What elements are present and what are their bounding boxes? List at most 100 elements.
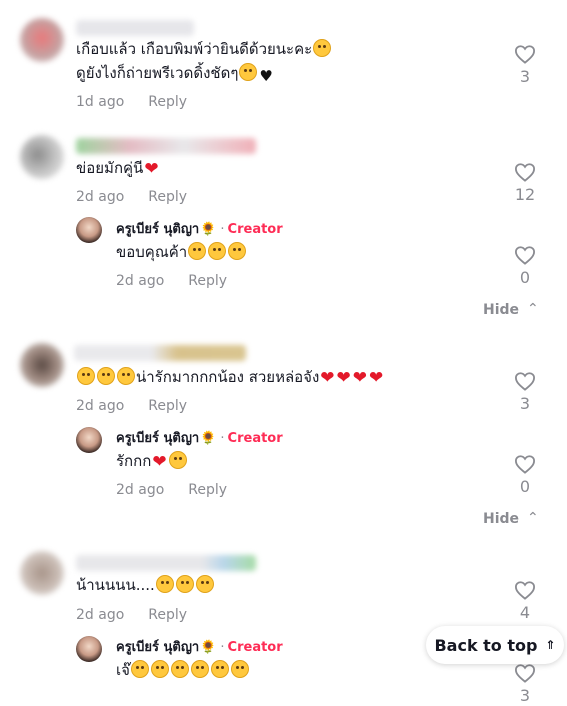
grin-emoji-icon bbox=[313, 39, 332, 57]
hide-replies-button[interactable]: Hide ⌃ bbox=[483, 510, 539, 527]
comment-meta: 2d ago Reply bbox=[76, 397, 187, 415]
like-button[interactable]: 12 bbox=[505, 162, 545, 205]
smiling-hearts-emoji-icon bbox=[77, 367, 95, 385]
comment-text: เกือบแล้ว เกือบพิมพ์ว่ายินดีด้วยนะคะ bbox=[76, 38, 332, 60]
comment-text: น่ารักมากกกน้อง สวยหล่อจัง❤ ❤ ❤ ❤ bbox=[76, 366, 384, 388]
avatar[interactable] bbox=[20, 551, 64, 595]
red-heart-emoji-icon: ❤ bbox=[144, 159, 159, 179]
back-to-top-button[interactable]: Back to top ⇑ bbox=[426, 626, 564, 664]
creator-name-row: ครูเบียร์ นุติญา🌻 · Creator bbox=[116, 222, 283, 237]
like-button[interactable]: 0 bbox=[505, 454, 545, 497]
like-button[interactable]: 4 bbox=[505, 580, 545, 623]
flower-emoji-icon: 🌻 bbox=[200, 431, 217, 446]
comment-item: เกือบแล้ว เกือบพิมพ์ว่ายินดีด้วยนะคะ ดูย… bbox=[0, 0, 567, 125]
reply-time: 2d ago bbox=[116, 482, 165, 498]
heart-outline-icon bbox=[514, 455, 536, 474]
like-count: 3 bbox=[519, 686, 531, 705]
heart-outline-icon bbox=[514, 163, 536, 182]
creator-name[interactable]: ครูเบียร์ นุติญา bbox=[116, 431, 199, 446]
heart-outline-icon bbox=[514, 372, 536, 391]
like-count: 3 bbox=[519, 67, 531, 86]
comment-meta: 2d ago Reply bbox=[76, 606, 187, 624]
reply-button[interactable]: Reply bbox=[148, 189, 187, 205]
comment-text: ดูยังไงก็ถ่ายพรีเวดดิ้งชัดๆ ♥ bbox=[76, 63, 273, 85]
heart-eyes-emoji-icon bbox=[195, 575, 214, 593]
red-heart-emoji-icon: ❤ bbox=[369, 368, 384, 388]
smiling-hearts-emoji-icon bbox=[239, 63, 258, 81]
reply-button[interactable]: Reply bbox=[148, 94, 187, 110]
flower-emoji-icon: 🌻 bbox=[200, 222, 217, 237]
creator-avatar[interactable] bbox=[76, 217, 102, 243]
laughing-tears-emoji-icon bbox=[210, 660, 229, 678]
red-heart-emoji-icon: ❤ bbox=[352, 368, 368, 388]
comment-text: น้านนนน.... bbox=[76, 574, 215, 596]
heart-outline-icon bbox=[514, 664, 536, 683]
smiling-hearts-emoji-icon bbox=[97, 367, 115, 385]
avatar[interactable] bbox=[20, 343, 64, 387]
creator-badge: Creator bbox=[227, 640, 283, 655]
hide-replies-button[interactable]: Hide ⌃ bbox=[483, 301, 539, 318]
creator-avatar[interactable] bbox=[76, 636, 102, 662]
reply-meta: 2d ago Reply bbox=[116, 272, 227, 290]
like-button[interactable]: 3 bbox=[505, 371, 545, 414]
username-blurred[interactable] bbox=[74, 345, 246, 361]
comment-time: 2d ago bbox=[76, 607, 125, 623]
smiling-hearts-emoji-icon bbox=[117, 367, 135, 385]
reply-time: 2d ago bbox=[116, 273, 165, 289]
laughing-tears-emoji-icon bbox=[150, 660, 169, 678]
flower-emoji-icon: 🌻 bbox=[200, 640, 217, 655]
heart-outline-icon bbox=[514, 581, 536, 600]
smiling-hearts-emoji-icon bbox=[188, 242, 207, 260]
username-blurred[interactable] bbox=[76, 20, 194, 36]
comment-time: 2d ago bbox=[76, 189, 125, 205]
back-to-top-label: Back to top bbox=[434, 635, 538, 655]
smiling-hearts-emoji-icon bbox=[208, 242, 227, 260]
reply-button[interactable]: Reply bbox=[188, 273, 227, 289]
avatar[interactable] bbox=[20, 18, 64, 62]
like-count: 0 bbox=[519, 477, 531, 496]
red-heart-emoji-icon: ❤ bbox=[336, 368, 351, 388]
reply-text: รักกก❤ bbox=[116, 450, 188, 472]
username-blurred[interactable] bbox=[76, 138, 256, 154]
double-chevron-up-icon: ⇑ bbox=[545, 638, 556, 652]
comment-meta: 2d ago Reply bbox=[76, 188, 187, 206]
like-button[interactable]: 0 bbox=[505, 245, 545, 288]
avatar[interactable] bbox=[20, 135, 64, 179]
laughing-tears-emoji-icon bbox=[170, 660, 189, 678]
comment-item: ข่อยมักคู่นี❤ 2d ago Reply 12 ครูเบียร์ น… bbox=[0, 125, 567, 335]
sweat-smile-emoji-icon bbox=[175, 575, 194, 593]
creator-avatar[interactable] bbox=[76, 427, 102, 453]
creator-badge: Creator bbox=[227, 222, 283, 237]
creator-name-row: ครูเบียร์ นุติญา🌻 · Creator bbox=[116, 431, 283, 446]
reply-text: ขอบคุณค้า bbox=[116, 241, 247, 263]
smiling-hearts-emoji-icon bbox=[168, 451, 187, 469]
chevron-up-icon: ⌃ bbox=[527, 301, 539, 317]
comment-item: น่ารักมากกกน้อง สวยหล่อจัง❤ ❤ ❤ ❤ 2d ago Rep… bbox=[0, 335, 567, 545]
creator-badge: Creator bbox=[227, 431, 283, 446]
red-heart-emoji-icon: ❤ bbox=[152, 452, 167, 472]
creator-name[interactable]: ครูเบียร์ นุติญา bbox=[116, 222, 199, 237]
creator-name-row: ครูเบียร์ นุติญา🌻 · Creator bbox=[116, 640, 283, 655]
reply-meta: 2d ago Reply bbox=[116, 481, 227, 499]
reply-button[interactable]: Reply bbox=[148, 607, 187, 623]
laughing-tears-emoji-icon bbox=[130, 660, 149, 678]
heart-outline-icon bbox=[514, 45, 536, 64]
like-button[interactable]: 3 bbox=[505, 44, 545, 87]
heart-outline-icon bbox=[514, 246, 536, 265]
like-count: 3 bbox=[519, 394, 531, 413]
reply-text: เจ๊ bbox=[116, 659, 250, 681]
reply-button[interactable]: Reply bbox=[188, 482, 227, 498]
reply-button[interactable]: Reply bbox=[148, 398, 187, 414]
like-count: 0 bbox=[519, 268, 531, 287]
red-heart-emoji-icon: ❤ bbox=[320, 368, 335, 388]
chevron-up-icon: ⌃ bbox=[527, 510, 539, 526]
like-count: 12 bbox=[514, 185, 536, 204]
grin-emoji-icon bbox=[155, 575, 174, 593]
username-blurred[interactable] bbox=[76, 555, 256, 571]
like-button[interactable]: 3 bbox=[505, 663, 545, 706]
like-count: 4 bbox=[519, 603, 531, 622]
laughing-tears-emoji-icon bbox=[190, 660, 209, 678]
smiling-hearts-emoji-icon bbox=[228, 242, 247, 260]
creator-name[interactable]: ครูเบียร์ นุติญา bbox=[116, 640, 199, 655]
comment-time: 1d ago bbox=[76, 94, 125, 110]
